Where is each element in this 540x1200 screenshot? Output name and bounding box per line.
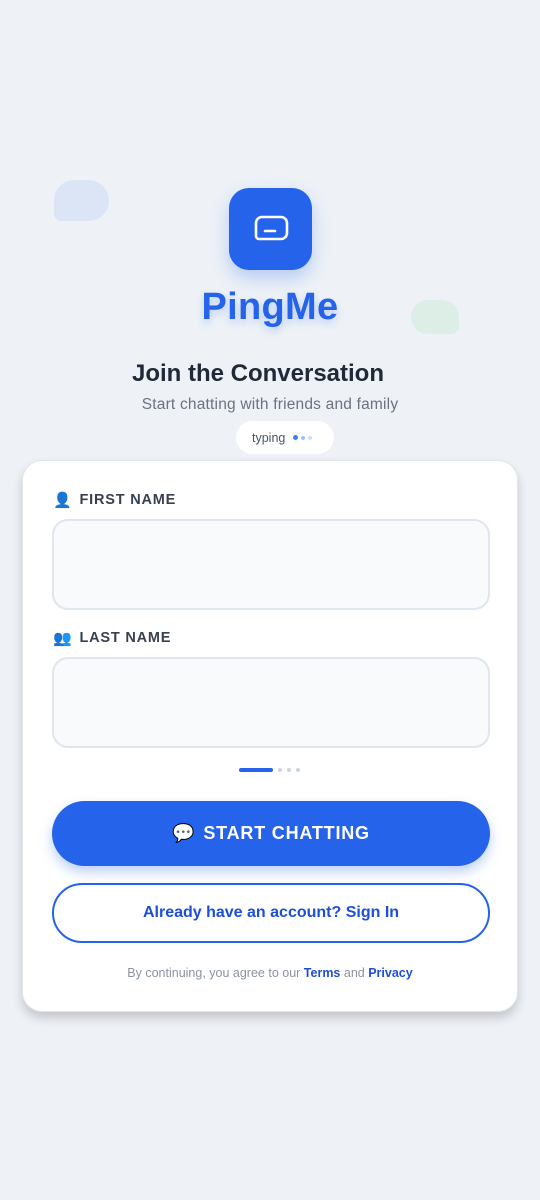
- legal-prefix: By continuing, you agree to our: [127, 966, 301, 980]
- typing-indicator: typing: [236, 421, 334, 454]
- person-icon: 👤: [53, 492, 73, 509]
- start-chatting-label: START CHATTING: [203, 823, 370, 843]
- step-indicator-active: [239, 768, 273, 772]
- decorative-chat-bubble-blue: [54, 180, 109, 221]
- first-name-input[interactable]: [52, 519, 490, 610]
- sign-in-button[interactable]: Already have an account? Sign In: [52, 883, 490, 943]
- first-name-label-text: FIRST NAME: [79, 492, 177, 508]
- first-name-label: 👤 FIRST NAME: [53, 491, 176, 509]
- step-indicator: [239, 768, 300, 772]
- typing-label: typing: [252, 430, 286, 445]
- step-indicator-dot: [287, 768, 291, 772]
- start-chatting-button[interactable]: 💬 START CHATTING: [52, 801, 490, 866]
- last-name-input[interactable]: [52, 657, 490, 748]
- last-name-label-text: LAST NAME: [79, 630, 172, 646]
- chat-bubble-icon: [254, 215, 288, 241]
- speech-bubble-icon: 💬: [172, 823, 196, 843]
- step-indicator-dot: [278, 768, 282, 772]
- step-indicator-dot: [296, 768, 300, 772]
- app-name: PingMe: [201, 286, 339, 328]
- last-name-label: 👥 LAST NAME: [53, 629, 171, 647]
- app-logo: [229, 188, 312, 270]
- typing-dots-icon: [293, 435, 313, 440]
- page-title: Join the Conversation: [131, 360, 385, 387]
- legal-notice: By continuing, you agree to our Terms an…: [23, 966, 517, 980]
- people-icon: 👥: [53, 630, 73, 647]
- legal-conjunction: and: [343, 966, 365, 980]
- terms-link[interactable]: Terms: [304, 966, 341, 980]
- privacy-link[interactable]: Privacy: [368, 966, 412, 980]
- signup-card: 👤 FIRST NAME 👥 LAST NAME 💬 START CHATTIN…: [22, 460, 518, 1012]
- page-subtitle: Start chatting with friends and family: [141, 396, 399, 413]
